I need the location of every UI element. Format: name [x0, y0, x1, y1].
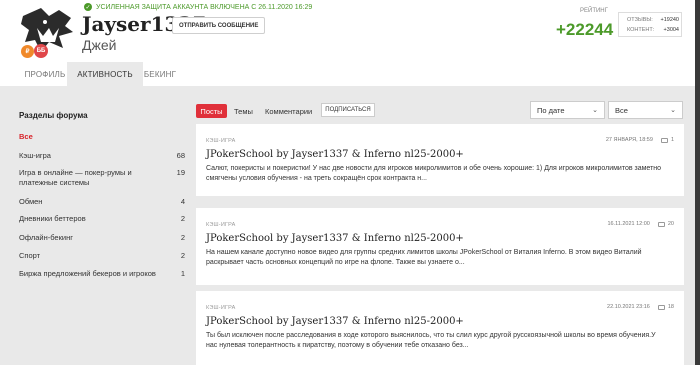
- sidebar-item-label: Спорт: [19, 251, 41, 260]
- stats-value: +19240: [660, 17, 679, 23]
- sidebar-item-exchange[interactable]: Обмен 4: [19, 197, 185, 207]
- filter-comments[interactable]: Комментарии: [265, 104, 312, 118]
- post-comments-count: 18: [667, 304, 674, 310]
- profile-header: ₽ ББ ✓ УСИЛЕННАЯ ЗАЩИТА АККАУНТА ВКЛЮЧЕН…: [0, 0, 700, 86]
- send-message-button[interactable]: ОТПРАВИТЬ СООБЩЕНИЕ: [172, 17, 266, 34]
- filter-posts[interactable]: Посты: [196, 104, 227, 118]
- post-date: 16.11.2021 12:00: [607, 221, 650, 227]
- post-title[interactable]: JPokerSchool by Jayser1337 & Inferno nl2…: [206, 316, 464, 327]
- sort-select-value: По дате: [537, 105, 565, 115]
- post-card[interactable]: КЭШ-ИГРА 16.11.2021 12:00 20 JPokerSchoo…: [196, 208, 684, 285]
- post-card[interactable]: КЭШ-ИГРА 27 ЯНВАРЯ, 18:59 1 JPokerSchool…: [196, 124, 684, 196]
- stats-row-reviews: ОТЗЫВЫ: +19240: [627, 17, 679, 23]
- sidebar-item-label: Биржа предложений бекеров и игроков: [19, 269, 156, 278]
- post-category[interactable]: КЭШ-ИГРА: [206, 305, 236, 311]
- stats-row-content: КОНТЕНТ: +3004: [627, 27, 679, 33]
- sidebar-item-count: 68: [176, 151, 185, 160]
- tab-activity[interactable]: АКТИВНОСТЬ: [67, 62, 143, 86]
- post-title[interactable]: JPokerSchool by Jayser1337 & Inferno nl2…: [206, 233, 464, 244]
- sidebar-item-count: 2: [180, 251, 185, 260]
- stats-box: ОТЗЫВЫ: +19240 КОНТЕНТ: +3004: [618, 12, 682, 37]
- profile-tabs: ПРОФИЛЬ АКТИВНОСТЬ БЕКИНГ: [0, 62, 700, 86]
- sidebar-item-cash-game[interactable]: Кэш-игра 68: [19, 151, 185, 161]
- stats-value: +3004: [663, 27, 679, 33]
- post-category[interactable]: КЭШ-ИГРА: [206, 222, 236, 228]
- sidebar-item-label: Кэш-игра: [19, 151, 51, 160]
- filter-topics[interactable]: Темы: [234, 104, 253, 118]
- sidebar-item-label: Дневники беттеров: [19, 214, 86, 223]
- post-comments-count: 20: [667, 221, 674, 227]
- sidebar-item-count: 2: [180, 214, 185, 223]
- post-excerpt: На нашем канале доступно новое видео для…: [206, 249, 642, 266]
- post-category[interactable]: КЭШ-ИГРА: [206, 138, 236, 144]
- post-meta: 16.11.2021 12:00 20: [607, 221, 674, 227]
- post-meta: 22.10.2021 23:16 18: [607, 304, 674, 310]
- stats-label: ОТЗЫВЫ:: [627, 17, 653, 23]
- sort-select[interactable]: По дате ⌄: [530, 101, 605, 119]
- sidebar-item-label: Офлайн-бекинг: [19, 233, 73, 242]
- chevron-down-icon: ⌄: [670, 107, 676, 114]
- post-card[interactable]: КЭШ-ИГРА 22.10.2021 23:16 18 JPokerSchoo…: [196, 291, 684, 365]
- scrollbar[interactable]: [695, 0, 700, 365]
- post-comments-count: 1: [670, 137, 674, 143]
- protection-status: ✓ УСИЛЕННАЯ ЗАЩИТА АККАУНТА ВКЛЮЧЕНА С 2…: [84, 3, 312, 11]
- post-excerpt: Ты был исключен после расследования в хо…: [206, 332, 656, 349]
- sidebar-item-count: 1: [180, 269, 185, 278]
- sidebar-item-count: 2: [180, 233, 185, 242]
- sidebar-title: Разделы форума: [19, 111, 88, 120]
- sidebar-item-label: Игра в онлайне — покер-румы и платежные …: [19, 168, 132, 187]
- sidebar-item-diaries[interactable]: Дневники беттеров 2: [19, 214, 185, 224]
- badge-icon: ББ: [34, 44, 48, 58]
- comment-icon: [657, 304, 665, 310]
- sidebar-item-count: 4: [180, 197, 185, 206]
- scope-select[interactable]: Все ⌄: [608, 101, 683, 119]
- badge-icon: ₽: [21, 45, 34, 58]
- scope-select-value: Все: [615, 105, 628, 115]
- post-meta: 27 ЯНВАРЯ, 18:59 1: [606, 137, 674, 143]
- rating-value: +22244: [556, 20, 614, 39]
- sidebar-item-count: 19: [176, 168, 185, 177]
- sidebar-item-offline-backing[interactable]: Офлайн-бекинг 2: [19, 233, 185, 243]
- stats-label: КОНТЕНТ:: [627, 27, 655, 33]
- sidebar-item-all[interactable]: Все: [19, 132, 185, 142]
- sidebar-item-online[interactable]: Игра в онлайне — покер-румы и платежные …: [19, 168, 185, 188]
- post-date: 27 ЯНВАРЯ, 18:59: [605, 137, 653, 143]
- check-shield-icon: ✓: [84, 3, 92, 11]
- comment-icon: [660, 137, 668, 143]
- tab-profile[interactable]: ПРОФИЛЬ: [15, 62, 75, 86]
- sidebar-item-backers-exchange[interactable]: Биржа предложений бекеров и игроков 1: [19, 269, 185, 279]
- post-excerpt: Салют, покеристы и покеристки! У нас две…: [206, 165, 662, 182]
- sidebar-item-label: Обмен: [19, 197, 43, 206]
- tab-backing[interactable]: БЕКИНГ: [140, 62, 180, 86]
- subscribe-button[interactable]: ПОДПИСАТЬСЯ: [321, 103, 375, 117]
- real-name: Джей: [82, 37, 117, 53]
- protection-text: УСИЛЕННАЯ ЗАЩИТА АККАУНТА ВКЛЮЧЕНА С 26.…: [96, 3, 313, 11]
- post-title[interactable]: JPokerSchool by Jayser1337 & Inferno nl2…: [206, 149, 464, 160]
- sidebar-item-label: Все: [19, 132, 33, 141]
- chevron-down-icon: ⌄: [592, 107, 598, 114]
- post-date: 22.10.2021 23:16: [607, 304, 650, 310]
- sidebar-item-sport[interactable]: Спорт 2: [19, 251, 185, 261]
- rating-label: РЕЙТИНГ: [580, 8, 608, 14]
- comment-icon: [657, 221, 665, 227]
